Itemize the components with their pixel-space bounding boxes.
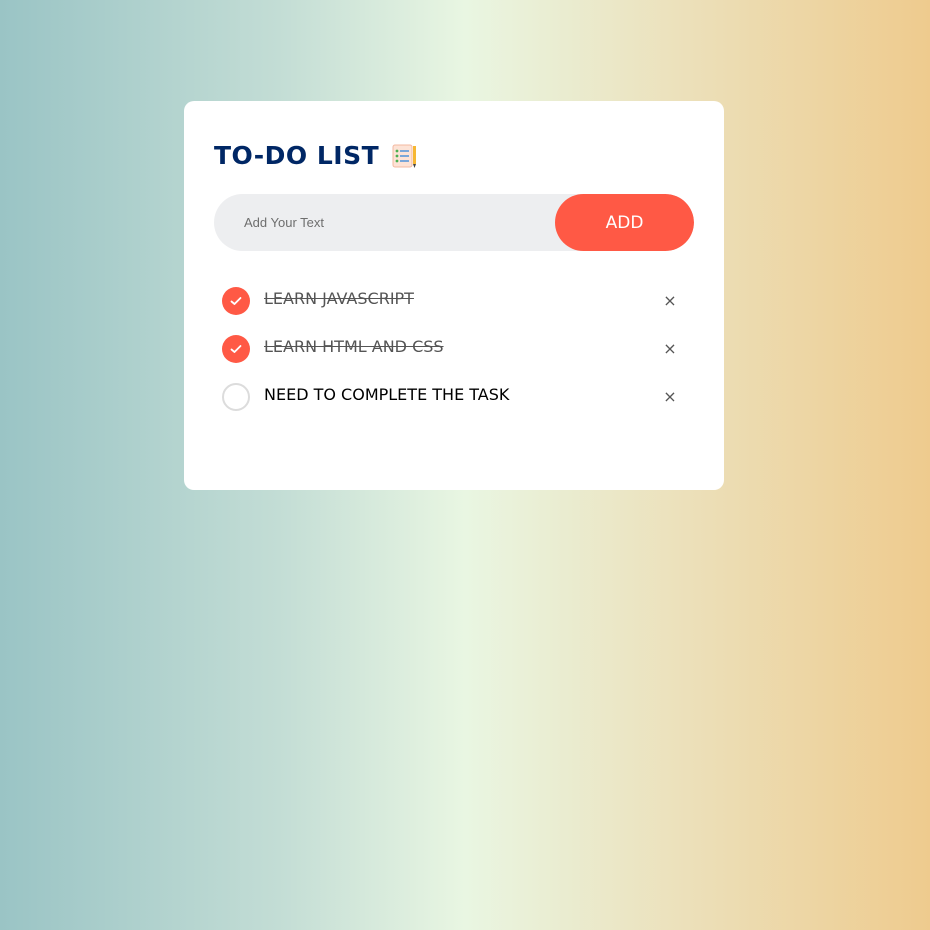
task-item[interactable]: LEARN JAVASCRIPT × — [214, 277, 694, 325]
add-task-row: ADD — [214, 194, 694, 251]
task-text: LEARN JAVASCRIPT — [264, 289, 414, 308]
task-text: LEARN HTML AND CSS — [264, 337, 444, 356]
task-input[interactable] — [214, 194, 555, 251]
app-title-text: TO-DO LIST — [214, 141, 380, 170]
task-item[interactable]: NEED TO COMPLETE THE TASK × — [214, 373, 694, 421]
unchecked-circle-icon[interactable] — [222, 383, 250, 411]
close-icon[interactable]: × — [660, 385, 680, 409]
checked-icon[interactable] — [222, 287, 250, 315]
close-icon[interactable]: × — [660, 337, 680, 361]
app-title: TO-DO LIST — [214, 141, 417, 170]
task-item[interactable]: LEARN HTML AND CSS × — [214, 325, 694, 373]
close-icon[interactable]: × — [660, 289, 680, 313]
task-text: NEED TO COMPLETE THE TASK — [264, 385, 510, 404]
clipboard-list-icon — [391, 143, 417, 169]
checked-icon[interactable] — [222, 335, 250, 363]
add-button[interactable]: ADD — [555, 194, 694, 251]
task-list: LEARN JAVASCRIPT × LEARN HTML AND CSS × … — [214, 277, 694, 421]
todo-card: TO-DO LIST ADD LEA — [184, 101, 724, 490]
